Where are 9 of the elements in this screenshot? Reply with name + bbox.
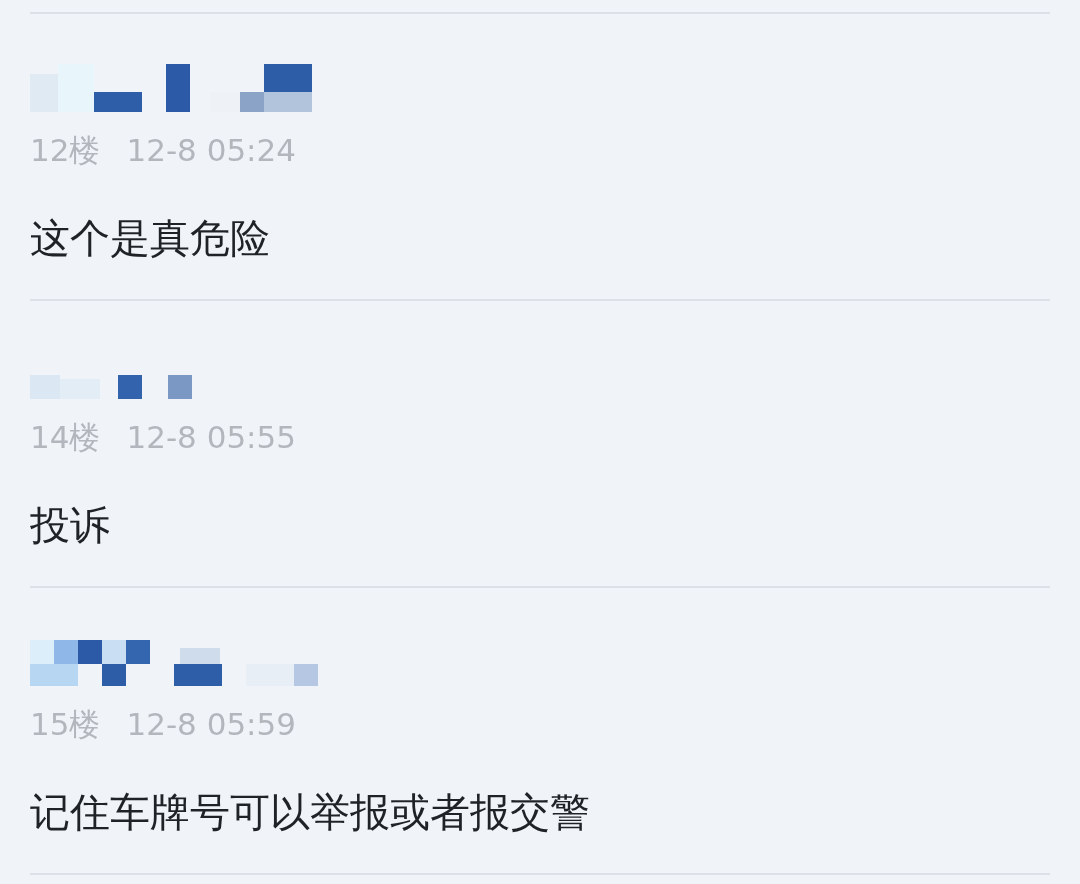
comment-text: 投诉 [30,501,111,550]
floor-number: 15楼 [30,705,101,744]
post-time: 12-8 05:59 [126,705,296,744]
comment-text: 记住车牌号可以举报或者报交警 [30,788,591,837]
floor-number: 12楼 [30,131,101,170]
post-time: 12-8 05:24 [126,131,296,170]
post-time: 12-8 05:55 [126,418,296,457]
floor-number: 14楼 [30,418,101,457]
comment-text: 这个是真危险 [30,214,271,263]
